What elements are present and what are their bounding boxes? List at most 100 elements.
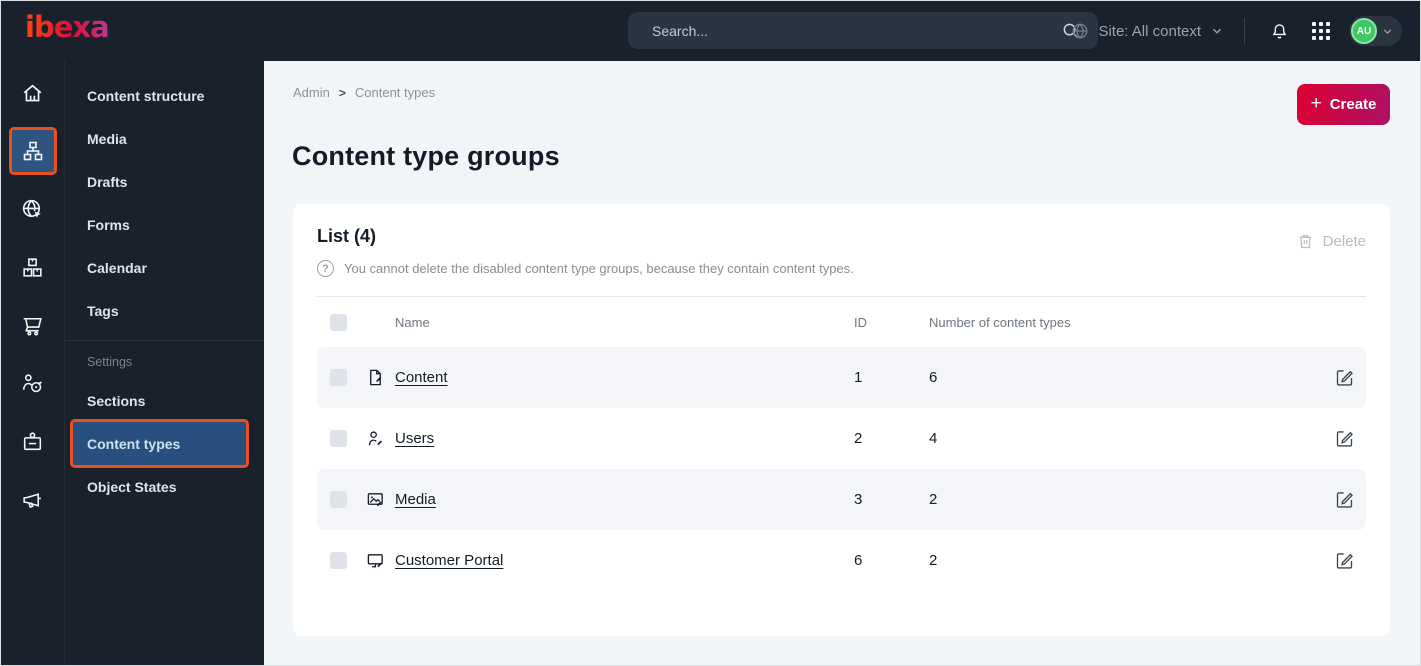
column-header-id: ID (854, 314, 867, 330)
edit-button[interactable] (1332, 488, 1356, 512)
breadcrumb: Admin > Content types (293, 85, 435, 100)
nav-rail-item-admin[interactable] (1, 412, 65, 470)
delete-button-label: Delete (1322, 232, 1366, 250)
person-target-icon (22, 373, 42, 392)
global-search[interactable] (628, 12, 1098, 49)
row-checkbox[interactable] (330, 430, 347, 447)
sidebar-item-content-types[interactable]: Content types (70, 419, 249, 468)
edit-button[interactable] (1332, 427, 1356, 451)
chevron-down-icon (1213, 28, 1221, 34)
globe-icon (1073, 23, 1088, 39)
group-count: 2 (929, 552, 938, 569)
nav-rail-item-content[interactable] (1, 122, 65, 180)
site-context-selector[interactable]: Site: All context (1071, 22, 1224, 40)
group-link[interactable]: Users (395, 430, 434, 447)
sidebar-item-tags[interactable]: Tags (65, 289, 264, 332)
help-question-icon: ? (317, 260, 334, 277)
nav-rail-item-commerce[interactable] (1, 296, 65, 354)
nav-rail (1, 61, 65, 665)
nav-rail-item-personalization[interactable] (1, 354, 65, 412)
table-header: Name ID Number of content types (317, 297, 1366, 347)
chevron-down-icon (1383, 28, 1392, 34)
boxes-icon (23, 257, 42, 277)
trash-icon (1299, 235, 1311, 249)
edit-icon (1336, 492, 1353, 508)
help-text: You cannot delete the disabled content t… (344, 261, 854, 276)
breadcrumb-content-types: Content types (354, 85, 436, 100)
group-link[interactable]: Content (395, 369, 448, 386)
top-bar: ibexa Site: All context AU (1, 1, 1420, 61)
sidebar-item-content-structure[interactable]: Content structure (65, 74, 264, 117)
megaphone-icon (23, 492, 41, 508)
edit-icon (1336, 553, 1353, 569)
home-icon (23, 84, 42, 101)
app-grid-icon[interactable] (1307, 17, 1335, 45)
avatar: AU (1351, 18, 1377, 44)
ibexa-logo: ibexa (25, 10, 110, 44)
row-checkbox[interactable] (330, 552, 347, 569)
image-edit-icon (366, 490, 395, 509)
group-count: 2 (929, 491, 938, 508)
edit-icon (1336, 431, 1353, 447)
nav-rail-item-marketing[interactable] (1, 470, 65, 528)
group-id: 1 (854, 369, 863, 386)
user-edit-icon (366, 429, 395, 448)
edit-button[interactable] (1332, 549, 1356, 573)
main-content: Admin > Content types + Create Content t… (264, 61, 1420, 665)
nav-rail-item-dashboard[interactable] (1, 64, 65, 122)
row-checkbox[interactable] (330, 369, 347, 386)
table-row: Media 3 2 (317, 469, 1366, 530)
plus-icon: + (1310, 93, 1322, 114)
table-row: Content 1 6 (317, 347, 1366, 408)
user-menu[interactable]: AU (1349, 16, 1402, 46)
sidebar-item-object-states[interactable]: Object States (65, 465, 264, 508)
table-row: Customer Portal 6 2 (317, 530, 1366, 591)
topbar-divider (1244, 18, 1245, 44)
edit-icon (1336, 370, 1353, 386)
nav-rail-active-highlight (8, 127, 57, 175)
group-id: 6 (854, 552, 863, 569)
column-header-count: Number of content types (929, 314, 1071, 330)
site-context-label: Site: All context (1098, 22, 1201, 40)
edit-button[interactable] (1332, 366, 1356, 390)
row-checkbox[interactable] (330, 491, 347, 508)
create-button[interactable]: + Create (1297, 84, 1390, 125)
sidebar-item-forms[interactable]: Forms (65, 203, 264, 246)
list-card: List (4) Delete ? You cannot delete the … (293, 204, 1390, 636)
sidebar-menu: Content structure Media Drafts Forms Cal… (65, 61, 264, 665)
nav-rail-item-product-catalog[interactable] (1, 238, 65, 296)
group-link[interactable]: Media (395, 491, 436, 508)
delete-button[interactable]: Delete (1297, 232, 1366, 250)
group-id: 3 (854, 491, 863, 508)
sidebar-divider (65, 340, 264, 341)
sidebar-item-media[interactable]: Media (65, 117, 264, 160)
notifications-bell-icon[interactable] (1265, 17, 1293, 45)
topbar-right-cluster: Site: All context AU (1071, 1, 1402, 61)
create-button-label: Create (1329, 96, 1377, 113)
monitor-edit-icon (366, 551, 395, 570)
table-row: Users 2 4 (317, 408, 1366, 469)
breadcrumb-separator: > (338, 85, 346, 100)
sidebar-settings-label: Settings (87, 355, 133, 369)
group-count: 4 (929, 430, 938, 447)
help-row: ? You cannot delete the disabled content… (317, 260, 1366, 277)
group-id: 2 (854, 430, 863, 447)
column-header-name: Name (395, 314, 430, 330)
sidebar-item-drafts[interactable]: Drafts (65, 160, 264, 203)
nav-rail-item-site[interactable] (1, 180, 65, 238)
breadcrumb-admin[interactable]: Admin (293, 85, 330, 100)
select-all-checkbox[interactable] (330, 313, 347, 331)
page-title: Content type groups (292, 141, 560, 171)
sidebar-item-sections[interactable]: Sections (65, 379, 264, 422)
id-card-icon (23, 431, 42, 450)
sitemap-icon (23, 141, 42, 161)
content-type-groups-table: Name ID Number of content types Content … (317, 296, 1366, 591)
cart-icon (23, 317, 42, 336)
file-edit-icon (366, 368, 395, 387)
search-input[interactable] (628, 22, 1061, 39)
list-title: List (4) (317, 226, 377, 246)
group-count: 6 (929, 369, 938, 386)
globe-cursor-icon (22, 199, 41, 218)
sidebar-item-calendar[interactable]: Calendar (65, 246, 264, 289)
group-link[interactable]: Customer Portal (395, 552, 503, 569)
